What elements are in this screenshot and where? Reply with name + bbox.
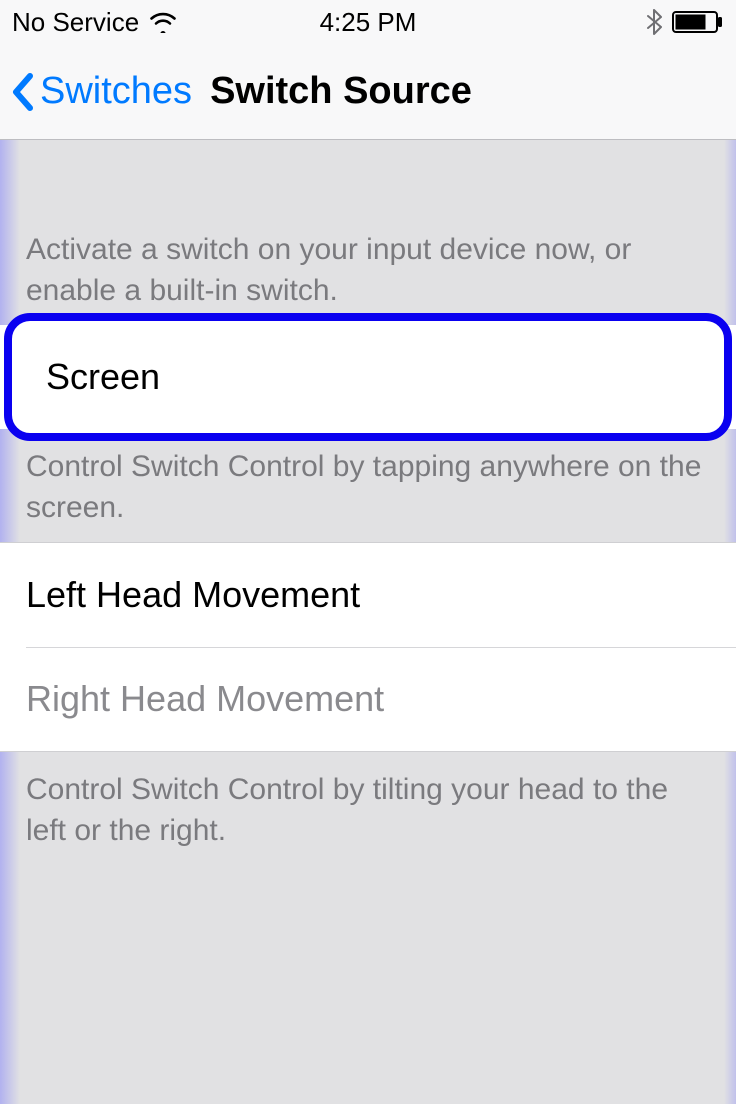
back-button[interactable]: Switches xyxy=(10,70,192,113)
back-label: Switches xyxy=(40,70,192,113)
cell-group-head-movement: Left Head Movement Right Head Movement xyxy=(0,542,736,752)
cell-right-head-movement[interactable]: Right Head Movement xyxy=(0,647,736,751)
status-left: No Service xyxy=(12,7,177,38)
content: Activate a switch on your input device n… xyxy=(0,140,736,865)
cell-label: Right Head Movement xyxy=(26,678,384,720)
status-bar: No Service 4:25 PM xyxy=(0,0,736,44)
cell-screen[interactable]: Screen xyxy=(20,325,716,429)
cell-label: Left Head Movement xyxy=(26,574,360,616)
nav-title: Switch Source xyxy=(210,70,472,113)
cell-group-screen: Screen xyxy=(0,325,736,429)
carrier-text: No Service xyxy=(12,7,139,38)
wifi-icon xyxy=(149,11,177,33)
cell-label: Screen xyxy=(46,356,160,398)
chevron-left-icon xyxy=(10,72,34,112)
navigation-bar: Switches Switch Source xyxy=(0,44,736,140)
status-time: 4:25 PM xyxy=(320,7,417,38)
battery-icon xyxy=(672,11,724,33)
bluetooth-icon xyxy=(646,9,662,35)
cell-left-head-movement[interactable]: Left Head Movement xyxy=(0,543,736,647)
status-right xyxy=(646,9,724,35)
section-header: Activate a switch on your input device n… xyxy=(0,140,736,325)
section-footer: Control Switch Control by tapping anywhe… xyxy=(0,429,736,542)
section-footer: Control Switch Control by tilting your h… xyxy=(0,752,736,865)
